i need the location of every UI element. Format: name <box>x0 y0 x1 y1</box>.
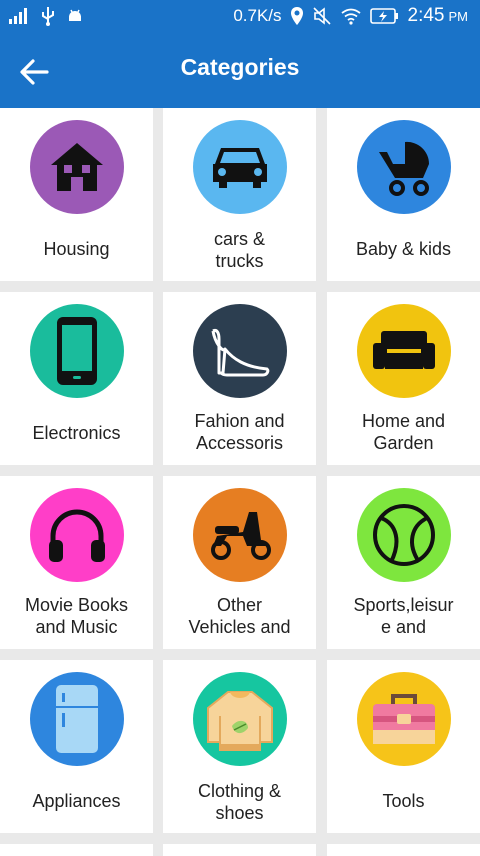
category-icon-circle <box>356 672 451 766</box>
clock-ampm: PM <box>448 8 469 24</box>
category-icon-circle <box>192 304 287 398</box>
category-label: Housing <box>43 239 110 259</box>
category-tile-partial[interactable] <box>327 844 480 856</box>
category-label: cars & trucks <box>213 229 265 271</box>
category-icon-circle <box>356 488 451 582</box>
category-tile-sports-leisure[interactable]: Sports,leisur e and <box>327 476 480 649</box>
category-tile-appliances[interactable]: Appliances <box>0 660 153 833</box>
category-label: Electronics <box>32 423 121 443</box>
category-icon-circle <box>192 120 287 214</box>
category-tile-housing[interactable]: Housing <box>0 108 153 281</box>
category-icon-circle <box>192 672 287 766</box>
network-speed: 0.7K/s <box>233 6 282 25</box>
category-label: Fahion and Accessoris <box>194 411 285 453</box>
category-tile-fashion[interactable]: Fahion and Accessoris <box>163 292 316 465</box>
scooter-icon <box>210 512 271 560</box>
page-title: Categories <box>180 54 300 80</box>
category-tile-home-garden[interactable]: Home and Garden <box>327 292 480 465</box>
category-label: Movie Books and Music <box>24 595 129 637</box>
sweater-icon <box>206 691 273 751</box>
house-icon <box>50 143 103 191</box>
category-tile-tools[interactable]: Tools <box>327 660 480 833</box>
category-label: Other Vehicles and <box>188 595 291 637</box>
category-tile-partial[interactable] <box>0 844 153 856</box>
fridge-icon <box>55 685 98 753</box>
android-icon <box>69 9 81 21</box>
app-bar: Categories <box>0 34 480 108</box>
phone-icon <box>56 317 97 385</box>
category-tile-cars-trucks[interactable]: cars & trucks <box>163 108 316 281</box>
status-right: 0.7K/s 2:45 PM <box>233 5 468 27</box>
category-tile-partial[interactable] <box>163 844 316 856</box>
mute-icon <box>312 7 331 25</box>
category-tile-other-vehicles[interactable]: Other Vehicles and <box>163 476 316 649</box>
category-label: Sports,leisur e and <box>353 595 454 637</box>
category-tile-baby-kids[interactable]: Baby & kids <box>327 108 480 281</box>
category-icon-circle <box>356 120 451 214</box>
high-heel-icon <box>211 329 269 377</box>
category-icon-circle <box>29 488 124 582</box>
category-label: Appliances <box>32 791 121 811</box>
sofa-icon <box>372 331 435 369</box>
headphones-icon <box>48 509 105 562</box>
usb-icon <box>42 7 54 26</box>
category-label: Clothing & shoes <box>197 781 282 823</box>
toolbox-icon <box>372 694 435 744</box>
status-bar: 0.7K/s 2:45 PM <box>0 0 480 34</box>
category-tile-clothing-shoes[interactable]: Clothing & shoes <box>163 660 316 833</box>
clock-time: 2:45 <box>407 5 445 26</box>
category-label: Baby & kids <box>355 239 452 259</box>
category-icon-circle <box>192 488 287 582</box>
category-icon-circle <box>29 672 124 766</box>
category-tile-electronics[interactable]: Electronics <box>0 292 153 465</box>
category-icon-circle <box>356 304 451 398</box>
location-icon <box>290 7 303 25</box>
category-icon-circle <box>29 120 124 214</box>
category-label: Home and Garden <box>361 411 446 453</box>
category-label: Tools <box>382 791 425 811</box>
tennis-ball-icon <box>372 504 435 566</box>
wifi-icon <box>340 8 361 25</box>
battery-charging-icon <box>369 8 398 24</box>
signal-icon <box>9 8 27 24</box>
status-left <box>8 6 84 26</box>
car-icon <box>212 148 267 188</box>
stroller-icon <box>378 141 429 196</box>
category-tile-movies-books-music[interactable]: Movie Books and Music <box>0 476 153 649</box>
category-icon-circle <box>29 304 124 398</box>
